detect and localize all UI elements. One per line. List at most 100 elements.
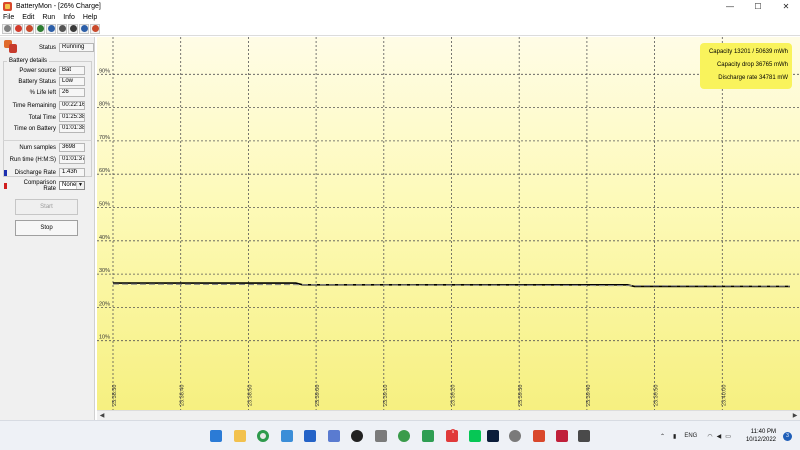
circle-grey-button[interactable] (2, 23, 12, 34)
menu-help[interactable]: Help (83, 14, 97, 21)
power-source-label: Power source (19, 67, 56, 74)
close-icon: ✕ (782, 1, 790, 11)
wifi-icon[interactable]: ◠ (707, 433, 712, 440)
eye-button[interactable] (68, 23, 78, 34)
status-label: Status (38, 44, 56, 51)
x-tick-label: 23:39:30 (518, 385, 524, 406)
run-time-row: Run time (H:M:S) 01:01:37 (4, 155, 85, 164)
discharge-rate-row: Discharge Rate 1.43h (4, 168, 85, 177)
separator (3, 140, 92, 141)
scroll-left-icon[interactable]: ◀ (97, 412, 107, 420)
battery-icon (25, 25, 33, 32)
app-green-icon[interactable] (398, 430, 410, 442)
time-on-battery-row: Time on Battery 01:01:38 (4, 124, 85, 133)
menu-edit[interactable]: Edit (22, 14, 34, 21)
capacity-drop-text: Capacity drop 36765 mWh (716, 62, 788, 68)
list-icon (47, 25, 55, 32)
menu-bar: File Edit Run Info Help (0, 12, 800, 22)
battery-status-row: Battery Status Low (4, 77, 85, 86)
printer-button[interactable] (57, 23, 67, 34)
settings-icon[interactable] (509, 430, 521, 442)
help-button[interactable] (79, 23, 89, 34)
help-icon (80, 25, 88, 32)
time-remaining-row: Time Remaining 00:22:16 (4, 101, 85, 110)
start-button[interactable]: Start (15, 199, 78, 215)
left-panel: Status Running Battery details Power sou… (0, 37, 95, 420)
taskbar: 5 ⌃ ▮ ENG ◠ ◀ ▭ 11:40 PM 10/12/2022 3 (0, 420, 800, 450)
eye-icon (69, 25, 77, 32)
store-icon[interactable] (281, 430, 293, 442)
total-time-row: Total Time 01:25:38 (4, 113, 85, 122)
calculator-icon[interactable] (578, 430, 590, 442)
life-left-value: 26 (59, 88, 85, 97)
photos-icon[interactable] (328, 430, 340, 442)
comparison-rate-row: Comparison Rate None ▼ (4, 180, 85, 192)
scroll-right-icon[interactable]: ▶ (790, 412, 800, 420)
photoshop-icon[interactable] (487, 430, 499, 442)
chrome-icon[interactable] (257, 430, 269, 442)
time-on-battery-value: 01:01:38 (59, 124, 85, 133)
battery-tray-icon[interactable]: ▭ (725, 433, 731, 440)
x-tick-label: 23:39:50 (654, 385, 660, 406)
run-time-value: 01:01:37 (59, 155, 85, 164)
life-left-label: % Life left (29, 89, 56, 96)
window-controls: — ☐ ✕ (716, 0, 800, 12)
y-tick-label: 10% (99, 335, 110, 341)
file-explorer-icon[interactable] (234, 430, 246, 442)
menu-info[interactable]: Info (63, 14, 75, 21)
maximize-button[interactable]: ☐ (744, 0, 772, 12)
close-button[interactable]: ✕ (772, 0, 800, 12)
mail-icon[interactable] (304, 430, 316, 442)
graph-button[interactable] (35, 23, 45, 34)
tray-app-icon[interactable]: ▮ (673, 433, 676, 440)
y-tick-label: 40% (99, 235, 110, 241)
notification-badge: 5 (450, 429, 456, 435)
status-row: Status Running (20, 43, 94, 52)
graph-icon (36, 25, 44, 32)
stop-button[interactable]: Stop (15, 220, 78, 236)
capacity-info-box: Capacity 13201 / 50639 mWh Capacity drop… (700, 43, 792, 89)
window-title: BatteryMon - [26% Charge] (16, 2, 101, 10)
discharge-rate-text: Discharge rate 34781 mW (718, 75, 788, 81)
num-samples-row: Num samples 3698 (4, 143, 85, 152)
comparison-rate-selected: None (62, 182, 77, 188)
battery-button[interactable] (24, 23, 34, 34)
discharge-rate-label: Discharge Rate (14, 169, 56, 176)
batterymon-taskbar-icon[interactable] (533, 430, 545, 442)
battery-logo-icon (4, 40, 18, 54)
horizontal-scrollbar[interactable]: ◀ ▶ (97, 410, 800, 420)
clock[interactable]: 11:40 PM 10/12/2022 (746, 428, 776, 444)
power-source-row: Power source Bat (4, 66, 85, 75)
speaker-icon[interactable]: ◀ (717, 433, 722, 440)
line-icon[interactable] (469, 430, 481, 442)
xbox-icon[interactable] (351, 430, 363, 442)
notification-count[interactable]: 3 (783, 432, 792, 441)
language-indicator[interactable]: ENG (684, 433, 697, 439)
snipping-tool-icon[interactable] (375, 430, 387, 442)
comparison-color-swatch (4, 182, 7, 189)
comparison-rate-select[interactable]: None ▼ (59, 181, 85, 190)
stop-red-icon (14, 25, 22, 32)
x-tick-label: 23:38:50 (247, 385, 253, 406)
system-tray: ⌃ ▮ ENG ◠ ◀ ▭ (660, 421, 731, 450)
app-dark-red-icon[interactable] (556, 430, 568, 442)
list-button[interactable] (46, 23, 56, 34)
minimize-icon: — (726, 1, 734, 11)
menu-run[interactable]: Run (42, 14, 55, 21)
start-menu-icon[interactable] (210, 430, 222, 442)
y-tick-label: 30% (99, 268, 110, 274)
menu-file[interactable]: File (3, 14, 14, 21)
minimize-button[interactable]: — (716, 0, 744, 12)
chevron-up-icon[interactable]: ⌃ (660, 433, 665, 440)
y-tick-label: 50% (99, 202, 110, 208)
discharge-color-swatch (4, 169, 7, 176)
num-samples-value: 3698 (59, 143, 85, 152)
status-value: Running (59, 43, 94, 52)
stop-red-button[interactable] (13, 23, 23, 34)
run-time-label: Run time (H:M:S) (9, 156, 56, 163)
battery-small-button[interactable] (90, 23, 100, 34)
app-green2-icon[interactable] (422, 430, 434, 442)
title-bar: BatteryMon - [26% Charge] — ☐ ✕ (0, 0, 800, 12)
x-tick-label: 23:38:30 (112, 385, 118, 406)
y-tick-label: 70% (99, 135, 110, 141)
